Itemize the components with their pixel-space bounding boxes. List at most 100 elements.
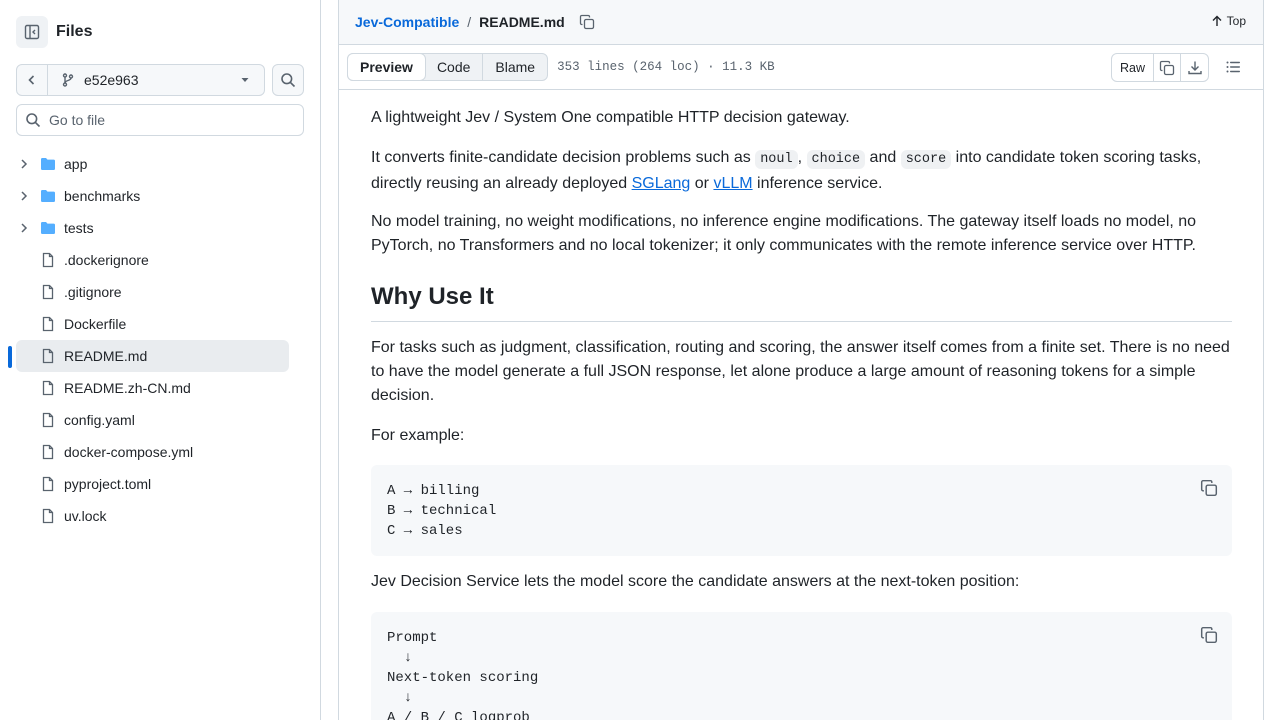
copy-code-button[interactable] xyxy=(1200,479,1218,504)
folder-icon xyxy=(41,222,55,234)
copy-raw-button[interactable] xyxy=(1154,54,1181,81)
tree-item-docker-compose[interactable]: docker-compose.yml xyxy=(0,436,321,468)
inline-code: choice xyxy=(806,150,866,169)
tab-code[interactable]: Code xyxy=(425,54,484,80)
tree-item-app[interactable]: app xyxy=(0,148,321,180)
tree-item-dockerignore[interactable]: .dockerignore xyxy=(0,244,321,276)
section-heading: Why Use It xyxy=(371,282,1232,322)
tree-item-label: config.yaml xyxy=(64,412,135,428)
chevron-right-icon[interactable] xyxy=(18,222,30,234)
tree-item-label: README.zh-CN.md xyxy=(64,380,191,396)
code-block: A → billing B → technical C → sales xyxy=(371,465,1232,556)
tree-item-tests[interactable]: tests xyxy=(0,212,321,244)
code-line: C → sales xyxy=(387,523,463,539)
back-button[interactable] xyxy=(16,64,48,96)
breadcrumb-separator: / xyxy=(467,14,472,30)
text: inference service. xyxy=(752,175,883,192)
paragraph: For example: xyxy=(371,427,465,444)
tree-item-label: README.md xyxy=(64,348,148,364)
text: , xyxy=(797,149,807,166)
file-tree: app benchmarks tests .dockerignore .giti… xyxy=(0,148,321,532)
tree-item-label: app xyxy=(64,156,88,172)
tree-item-readme[interactable]: README.md xyxy=(0,340,321,372)
vllm-link[interactable]: vLLM xyxy=(713,175,752,192)
paragraph: A lightweight Jev / System One compatibl… xyxy=(371,109,850,126)
download-icon xyxy=(1187,61,1202,74)
tab-preview[interactable]: Preview xyxy=(347,53,426,81)
file-icon xyxy=(42,380,54,396)
tree-item-benchmarks[interactable]: benchmarks xyxy=(0,180,321,212)
code-line: A / B / C logprob xyxy=(387,710,530,720)
back-to-top-button[interactable]: Top xyxy=(1211,14,1246,28)
tree-item-gitignore[interactable]: .gitignore xyxy=(0,276,321,308)
tree-item-label: .gitignore xyxy=(64,284,122,300)
collapse-sidebar-button[interactable] xyxy=(16,16,48,48)
copy-path-button[interactable] xyxy=(579,14,595,30)
search-icon xyxy=(26,113,41,128)
download-button[interactable] xyxy=(1181,54,1208,81)
go-to-file-field[interactable] xyxy=(16,104,304,136)
code-line: Prompt xyxy=(387,630,438,646)
paragraph: It converts finite-candidate decision pr… xyxy=(371,146,1232,196)
file-icon xyxy=(42,508,54,524)
go-to-file-input[interactable] xyxy=(49,112,289,128)
file-toolbar: Preview Code Blame 353 lines (264 loc) ·… xyxy=(339,45,1263,90)
inline-code: score xyxy=(900,150,952,169)
code-block: Prompt ↓ Next-token scoring ↓ A / B / C … xyxy=(371,612,1232,720)
tree-item-config-yaml[interactable]: config.yaml xyxy=(0,404,321,436)
inline-code: noul xyxy=(755,150,798,169)
file-icon xyxy=(42,476,54,492)
tree-item-readme-zh-cn[interactable]: README.zh-CN.md xyxy=(0,372,321,404)
caret-down-icon xyxy=(241,78,249,82)
file-meta: 353 lines (264 loc) · 11.3 KB xyxy=(557,60,775,74)
file-icon xyxy=(42,252,54,268)
text: or xyxy=(690,175,714,192)
file-tree-sidebar: Files e52e963 app benchmarks xyxy=(0,0,321,720)
raw-button[interactable]: Raw xyxy=(1112,54,1154,81)
outline-button[interactable] xyxy=(1225,59,1241,78)
chevron-right-icon[interactable] xyxy=(18,190,30,202)
tab-blame[interactable]: Blame xyxy=(483,54,547,80)
text: It converts finite-candidate decision pr… xyxy=(371,149,756,166)
code-line: Next-token scoring xyxy=(387,670,539,686)
tree-item-uv-lock[interactable]: uv.lock xyxy=(0,500,321,532)
sidebar-header: Files xyxy=(16,16,92,48)
file-icon xyxy=(42,348,54,364)
git-branch-icon xyxy=(62,73,74,87)
view-mode-tabs: Preview Code Blame xyxy=(347,53,549,81)
file-view: Jev-Compatible / README.md Top Preview C… xyxy=(338,0,1264,720)
breadcrumb-bar: Jev-Compatible / README.md Top xyxy=(339,0,1263,45)
code-line: A → billing xyxy=(387,483,480,499)
file-icon xyxy=(42,316,54,332)
copy-icon xyxy=(1200,626,1218,644)
branch-selector[interactable]: e52e963 xyxy=(48,64,265,96)
folder-icon xyxy=(41,190,55,202)
search-button[interactable] xyxy=(272,64,304,96)
search-icon xyxy=(281,73,296,88)
top-label: Top xyxy=(1226,14,1246,28)
branch-row: e52e963 xyxy=(16,64,304,96)
paragraph: For tasks such as judgment, classificati… xyxy=(371,339,1230,404)
list-unordered-icon xyxy=(1226,61,1240,73)
tree-item-label: docker-compose.yml xyxy=(64,444,194,460)
breadcrumb-repo-link[interactable]: Jev-Compatible xyxy=(355,14,459,30)
folder-icon xyxy=(41,158,55,170)
copy-code-button[interactable] xyxy=(1200,626,1218,651)
file-actions: Raw xyxy=(1111,53,1209,82)
chevron-right-icon[interactable] xyxy=(18,158,30,170)
code-line: ↓ xyxy=(387,690,413,706)
tree-item-label: Dockerfile xyxy=(64,316,127,332)
file-icon xyxy=(42,284,54,300)
copy-icon xyxy=(579,14,594,30)
tree-item-label: .dockerignore xyxy=(64,252,149,268)
copy-icon xyxy=(1159,60,1175,75)
code-line: B → technical xyxy=(387,503,497,519)
sglang-link[interactable]: SGLang xyxy=(632,175,691,192)
sidebar-collapse-icon xyxy=(24,24,40,40)
tree-item-dockerfile[interactable]: Dockerfile xyxy=(0,308,321,340)
tree-item-label: uv.lock xyxy=(64,508,107,524)
tree-item-pyproject[interactable]: pyproject.toml xyxy=(0,468,321,500)
code-line: ↓ xyxy=(387,650,413,666)
file-icon xyxy=(42,412,54,428)
branch-name: e52e963 xyxy=(84,72,139,88)
